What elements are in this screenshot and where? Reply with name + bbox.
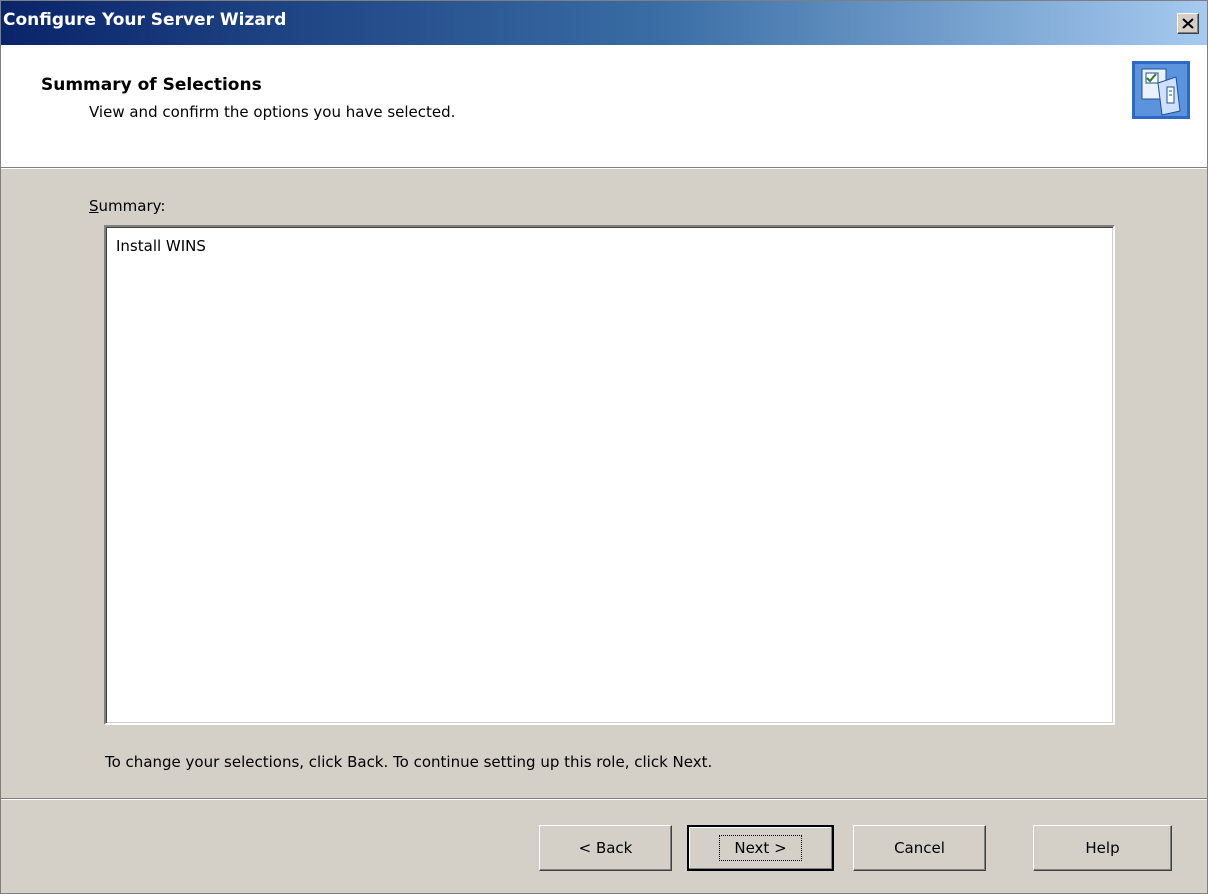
header-divider	[1, 167, 1207, 169]
back-button-label: < Back	[578, 839, 633, 857]
next-button[interactable]: Next >	[687, 825, 834, 871]
instruction-text: To change your selections, click Back. T…	[105, 753, 713, 771]
wizard-window: Configure Your Server Wizard Summary of …	[0, 0, 1208, 894]
help-button[interactable]: Help	[1033, 825, 1172, 871]
title-bar[interactable]: Configure Your Server Wizard	[1, 1, 1207, 45]
cancel-button-label: Cancel	[894, 839, 945, 857]
page-title: Summary of Selections	[41, 75, 262, 95]
summary-textbox[interactable]: Install WINS	[104, 225, 1115, 725]
window-title: Configure Your Server Wizard	[3, 10, 287, 30]
cancel-button[interactable]: Cancel	[853, 825, 986, 871]
wizard-clipboard-icon	[1132, 61, 1190, 119]
close-button[interactable]	[1177, 13, 1199, 34]
summary-label: Summary:	[89, 197, 166, 215]
back-button[interactable]: < Back	[539, 825, 672, 871]
page-subtitle: View and confirm the options you have se…	[89, 103, 456, 121]
next-button-label: Next >	[719, 835, 802, 861]
footer-divider	[1, 798, 1207, 800]
close-icon	[1182, 18, 1194, 29]
wizard-header: Summary of Selections View and confirm t…	[1, 45, 1207, 167]
summary-item: Install WINS	[116, 237, 206, 255]
help-button-label: Help	[1085, 839, 1120, 857]
